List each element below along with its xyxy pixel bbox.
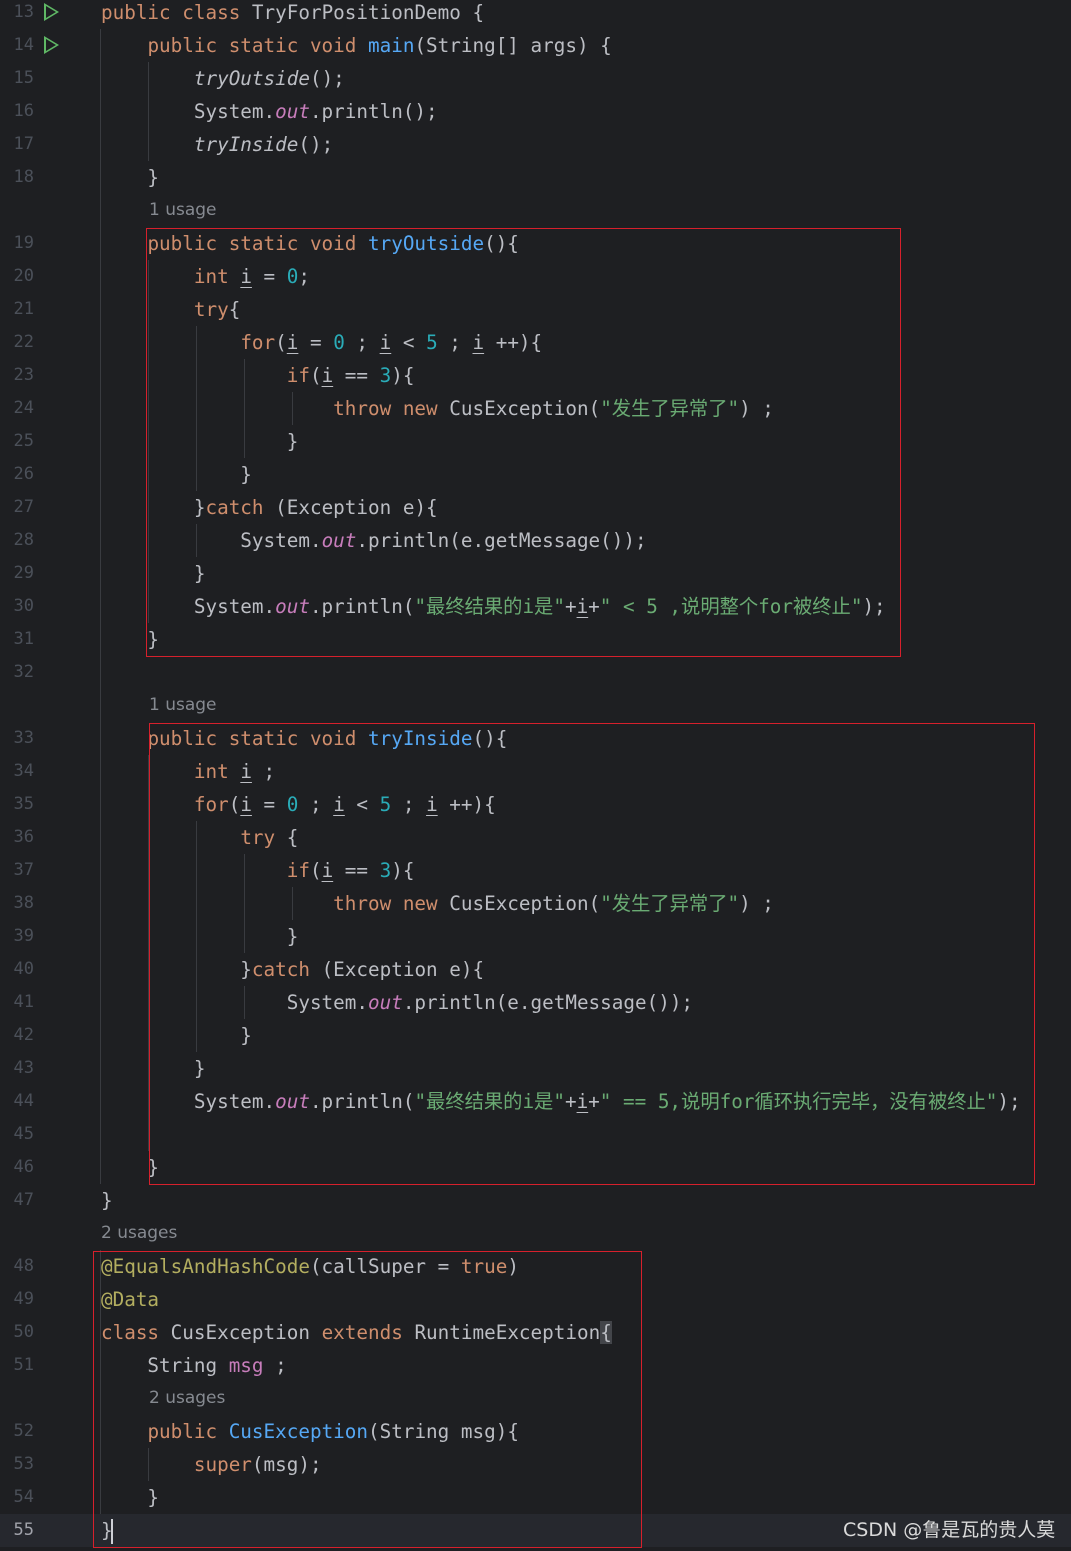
line-number[interactable]: 24 [0, 392, 34, 425]
line-number[interactable]: 50 [0, 1316, 34, 1349]
line-number[interactable]: 51 [0, 1349, 34, 1382]
line-number[interactable]: 45 [0, 1118, 34, 1151]
code-token: (); [298, 133, 334, 156]
usage-hint[interactable]: 1 usage [149, 194, 217, 227]
line-number[interactable]: 23 [0, 359, 34, 392]
line-number[interactable]: 52 [0, 1415, 34, 1448]
code-token: } [101, 166, 160, 189]
code-text: System.out.println(); [101, 95, 438, 128]
line-number[interactable]: 17 [0, 128, 34, 161]
line-number[interactable]: 22 [0, 326, 34, 359]
line-number[interactable]: 53 [0, 1448, 34, 1481]
line-number[interactable]: 31 [0, 623, 34, 656]
code-token: .println(); [309, 100, 438, 123]
usage-hint[interactable]: 1 usage [149, 689, 217, 722]
line-number[interactable]: 55 [0, 1514, 34, 1547]
code-token: } [101, 1189, 113, 1212]
line-number[interactable]: 40 [0, 953, 34, 986]
line-number[interactable]: 21 [0, 293, 34, 326]
line-number[interactable]: 25 [0, 425, 34, 458]
code-text: } [101, 161, 159, 194]
code-token: (String[] args) { [414, 34, 612, 57]
line-number[interactable]: 37 [0, 854, 34, 887]
watermark: CSDN @鲁是瓦的贵人莫 [843, 1519, 1056, 1541]
line-number[interactable]: 34 [0, 755, 34, 788]
line-number[interactable]: 43 [0, 1052, 34, 1085]
code-line[interactable]: 32 [0, 656, 1071, 689]
code-token: tryInside [193, 133, 299, 156]
code-token: tryOutside [193, 67, 310, 90]
run-icon[interactable] [44, 3, 59, 21]
line-number[interactable]: 49 [0, 1283, 34, 1316]
highlight-box [146, 228, 901, 657]
code-line[interactable]: 13 public class TryForPositionDemo { [0, 0, 1071, 29]
code-text: public static void main(String[] args) { [101, 29, 612, 62]
line-number[interactable]: 13 [0, 0, 34, 29]
code-token: out [275, 100, 310, 123]
line-number[interactable]: 18 [0, 161, 34, 194]
line-number[interactable]: 16 [0, 95, 34, 128]
line-number[interactable]: 48 [0, 1250, 34, 1283]
code-text: public class TryForPositionDemo { [101, 0, 484, 29]
line-number[interactable]: 28 [0, 524, 34, 557]
run-icon[interactable] [44, 36, 59, 54]
line-number[interactable]: 54 [0, 1481, 34, 1514]
line-number[interactable]: 46 [0, 1151, 34, 1184]
line-number[interactable]: 27 [0, 491, 34, 524]
highlight-box [149, 723, 1035, 1185]
line-number[interactable]: 19 [0, 227, 34, 260]
line-number[interactable]: 36 [0, 821, 34, 854]
line-number[interactable]: 30 [0, 590, 34, 623]
line-number[interactable]: 29 [0, 557, 34, 590]
line-number[interactable]: 35 [0, 788, 34, 821]
line-number[interactable]: 32 [0, 656, 34, 689]
indent-guide [148, 62, 149, 161]
code-text: tryInside(); [101, 128, 333, 161]
line-number[interactable]: 15 [0, 62, 34, 95]
code-editor[interactable]: 13 public class TryForPositionDemo {14 pu… [0, 0, 1071, 1551]
code-text: } [101, 1184, 113, 1217]
code-line[interactable]: 15 tryOutside(); [0, 62, 1071, 95]
code-line[interactable]: 47} [0, 1184, 1071, 1217]
line-number[interactable]: 20 [0, 260, 34, 293]
line-number[interactable]: 26 [0, 458, 34, 491]
line-number[interactable]: 38 [0, 887, 34, 920]
line-number[interactable]: 44 [0, 1085, 34, 1118]
code-text: tryOutside(); [101, 62, 345, 95]
code-token: (); [309, 67, 345, 90]
line-number[interactable]: 41 [0, 986, 34, 1019]
indent-guide [100, 29, 101, 1184]
line-number[interactable]: 33 [0, 722, 34, 755]
usage-hint[interactable]: 2 usages [101, 1217, 177, 1250]
line-number[interactable]: 39 [0, 920, 34, 953]
code-token: System. [101, 100, 276, 123]
highlight-box [93, 1251, 642, 1548]
code-token: TryForPositionDemo { [251, 1, 485, 24]
code-token: public class [101, 1, 252, 24]
line-number[interactable]: 47 [0, 1184, 34, 1217]
code-line[interactable]: 14 public static void main(String[] args… [0, 29, 1071, 62]
code-line[interactable]: 17 tryInside(); [0, 128, 1071, 161]
code-token: main [368, 34, 415, 57]
line-number[interactable]: 42 [0, 1019, 34, 1052]
code-line[interactable]: 16 System.out.println(); [0, 95, 1071, 128]
code-line[interactable]: 18 } [0, 161, 1071, 194]
line-number[interactable]: 14 [0, 29, 34, 62]
code-token: public static void [147, 34, 368, 57]
